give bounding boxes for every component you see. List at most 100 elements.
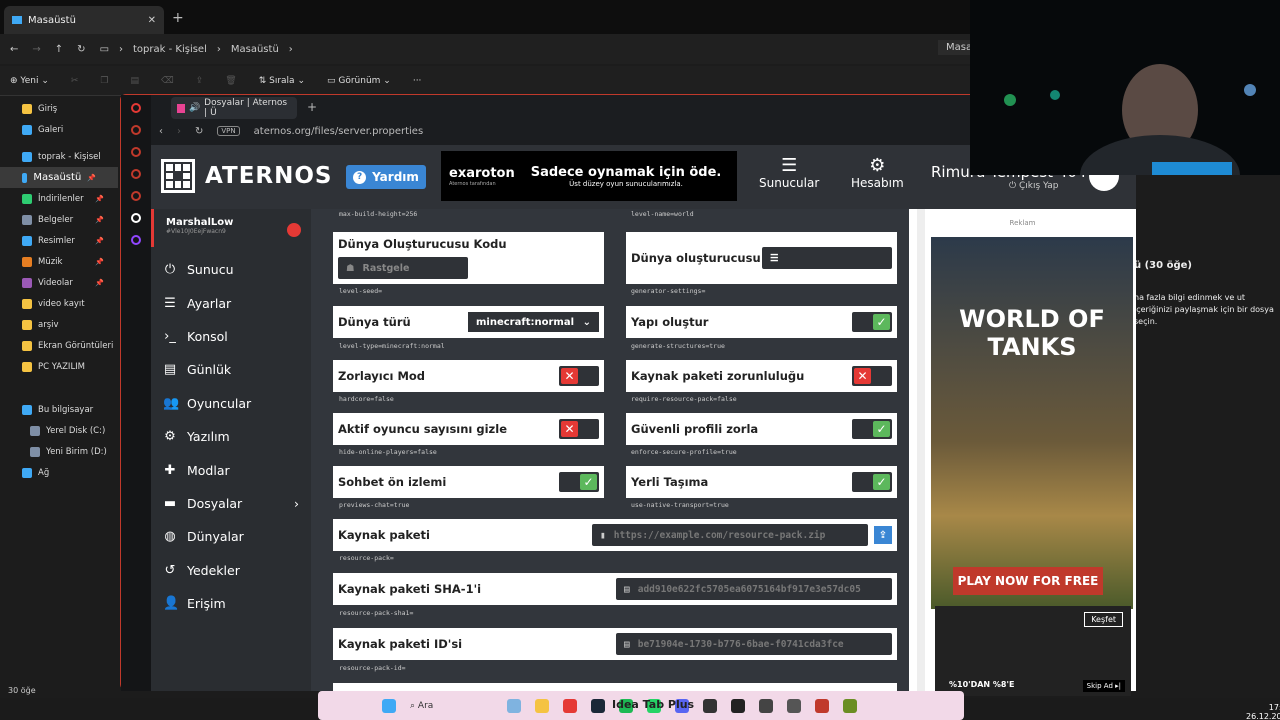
opera-icon[interactable] [563, 698, 578, 713]
back-icon[interactable]: ← [10, 44, 18, 55]
pin-icon[interactable]: 📌 [95, 237, 104, 245]
view-button[interactable]: ▭ Görünüm ⌄ [327, 76, 391, 86]
nav-item[interactable]: Belgeler 📌 [0, 209, 118, 230]
more-button[interactable]: ··· [413, 76, 422, 86]
minecraft-icon[interactable] [843, 698, 858, 713]
nav-item[interactable]: Giriş [0, 98, 118, 119]
nav-item[interactable]: toprak - Kişisel [0, 146, 118, 167]
sidebar-item-günlük[interactable]: ▤ Günlük [151, 353, 311, 386]
sidebar-item-yedekler[interactable]: ↺ Yedekler [151, 554, 311, 587]
sidebar-item-konsol[interactable]: ›_ Konsol [151, 320, 311, 353]
nav-item[interactable]: Videolar 📌 [0, 272, 118, 293]
settings-icon[interactable] [787, 698, 802, 713]
toggle-switch[interactable]: ✕ [852, 366, 892, 386]
sidebar-item-dünyalar[interactable]: ◍ Dünyalar [151, 520, 311, 553]
clock[interactable]: 17:16 26.12.2025 [1246, 703, 1280, 720]
pin-icon[interactable]: 📌 [95, 258, 104, 266]
up-icon[interactable]: ↑ [55, 44, 63, 55]
paste-icon[interactable]: ▤ [130, 76, 139, 86]
sidebar-item-sunucu[interactable]: ⏻ Sunucu [151, 253, 311, 286]
resource-pack-input[interactable]: ▮ https://example.com/resource-pack.zip [592, 524, 868, 546]
play-now-button[interactable]: PLAY NOW FOR FREE [953, 567, 1103, 595]
back-icon[interactable]: ‹ [159, 126, 163, 137]
sidebar-app-icon[interactable] [131, 169, 141, 179]
rename-icon[interactable]: ⌫ [161, 76, 174, 86]
url-field[interactable]: aternos.org/files/server.properties [254, 126, 424, 137]
toggle-switch[interactable]: ✓ [559, 472, 599, 492]
new-button[interactable]: ⊕ Yeni ⌄ [10, 76, 49, 86]
account-button[interactable]: ⚙ Hesabım [851, 155, 904, 190]
pin-icon[interactable]: 📌 [95, 279, 104, 287]
sha1-input[interactable]: ▤ add910e622fc5705ea6075164bf917e3e57dc05 [616, 578, 892, 600]
cut-icon[interactable]: ✂ [71, 76, 79, 86]
vpn-badge[interactable]: VPN [217, 126, 240, 136]
discover-button[interactable]: Keşfet [1084, 612, 1123, 627]
sidebar-item-ayarlar[interactable]: ☰ Ayarlar [151, 286, 311, 319]
new-tab-button[interactable]: + [172, 10, 184, 26]
toggle-switch[interactable]: ✕ [559, 419, 599, 439]
sidebar-app-icon[interactable] [131, 191, 141, 201]
reload-icon[interactable]: ↻ [195, 126, 203, 137]
start-icon[interactable] [382, 698, 396, 713]
breadcrumb-item[interactable]: Masaüstü [231, 44, 279, 55]
opera-icon[interactable] [131, 103, 141, 113]
app-icon[interactable] [759, 698, 774, 713]
sidebar-item-yazılım[interactable]: ⚙ Yazılım [151, 420, 311, 453]
search-box[interactable]: ⌕ Ara [410, 701, 433, 711]
nav-item[interactable]: PC YAZILIM [0, 356, 118, 377]
toggle-switch[interactable]: ✓ [852, 472, 892, 492]
nav-item[interactable]: arşiv [0, 314, 118, 335]
upload-button[interactable]: ⇪ [874, 526, 892, 544]
logout-link[interactable]: ⏻ Çıkış Yap [1009, 181, 1059, 191]
scrollbar[interactable] [917, 209, 925, 691]
forward-icon[interactable]: → [32, 44, 40, 55]
share-icon[interactable]: ⇪ [196, 76, 204, 86]
toggle-switch[interactable]: ✓ [852, 419, 892, 439]
nav-item[interactable]: Ağ [0, 462, 118, 483]
app-icon[interactable] [507, 698, 522, 713]
delete-icon[interactable]: 🗑 [225, 76, 236, 86]
app-icon[interactable] [815, 698, 830, 713]
pin-icon[interactable]: 📌 [87, 174, 96, 182]
sidebar-item-modlar[interactable]: ✚ Modlar [151, 453, 311, 486]
twitch-icon[interactable] [131, 235, 141, 245]
nav-item[interactable]: Yerel Disk (C:) [0, 420, 118, 441]
sidebar-item-oyuncular[interactable]: 👥 Oyuncular [151, 387, 311, 420]
help-button[interactable]: ? Yardım [346, 165, 426, 189]
browser-tab[interactable]: 🔊 Dosyalar | Aternos | Ü [171, 97, 297, 119]
sort-button[interactable]: ⇅ Sırala ⌄ [259, 76, 305, 86]
sidebar-app-icon[interactable] [131, 213, 141, 223]
copy-icon[interactable]: ❐ [100, 76, 108, 86]
breadcrumb-item[interactable]: toprak - Kişisel [133, 44, 207, 55]
sidebar-item-erişim[interactable]: 👤 Erişim [151, 587, 311, 620]
seed-input[interactable]: ☗ Rastgele [338, 257, 468, 279]
nav-item[interactable]: İndirilenler 📌 [0, 188, 118, 209]
nav-item[interactable]: Müzik 📌 [0, 251, 118, 272]
epic-games-icon[interactable] [731, 698, 746, 713]
nav-item[interactable]: Resimler 📌 [0, 230, 118, 251]
toggle-switch[interactable]: ✕ [559, 366, 599, 386]
explorer-tab[interactable]: Masaüstü ✕ [4, 6, 164, 34]
skip-ad-button[interactable]: Skip Ad ▸| [1082, 680, 1125, 692]
refresh-icon[interactable]: ↻ [77, 44, 85, 55]
breadcrumb[interactable]: ▭ › toprak - Kişisel › Masaüstü › [100, 44, 293, 55]
toggle-switch[interactable]: ✓ [852, 312, 892, 332]
pin-icon[interactable]: 📌 [95, 216, 104, 224]
folder-icon[interactable] [535, 698, 550, 713]
nav-item[interactable]: Yeni Birim (D:) [0, 441, 118, 462]
steam-icon[interactable] [591, 698, 606, 713]
video-ad[interactable]: Keşfet %10'DAN %8'E Skip Ad ▸| [935, 606, 1131, 696]
app-icon[interactable] [703, 698, 718, 713]
nav-item[interactable]: Ekran Görüntüleri [0, 335, 118, 356]
sidebar-item-dosyalar[interactable]: ▬ Dosyalar › [151, 487, 311, 520]
aternos-logo[interactable]: ATERNOS [161, 159, 333, 193]
sidebar-app-icon[interactable] [131, 125, 141, 135]
new-tab-button[interactable]: + [307, 100, 317, 114]
level-type-select[interactable]: minecraft:normal ⌄ [468, 312, 599, 332]
exaroton-banner[interactable]: exaroton Aternos tarafından Sadece oynama… [441, 151, 737, 201]
pack-id-input[interactable]: ▤ be71904e-1730-b776-6bae-f0741cda3fce [616, 633, 892, 655]
nav-item[interactable]: Bu bilgisayar [0, 399, 118, 420]
pin-icon[interactable]: 📌 [95, 195, 104, 203]
servers-button[interactable]: ☰ Sunucular [759, 155, 819, 190]
forward-icon[interactable]: › [177, 126, 181, 137]
